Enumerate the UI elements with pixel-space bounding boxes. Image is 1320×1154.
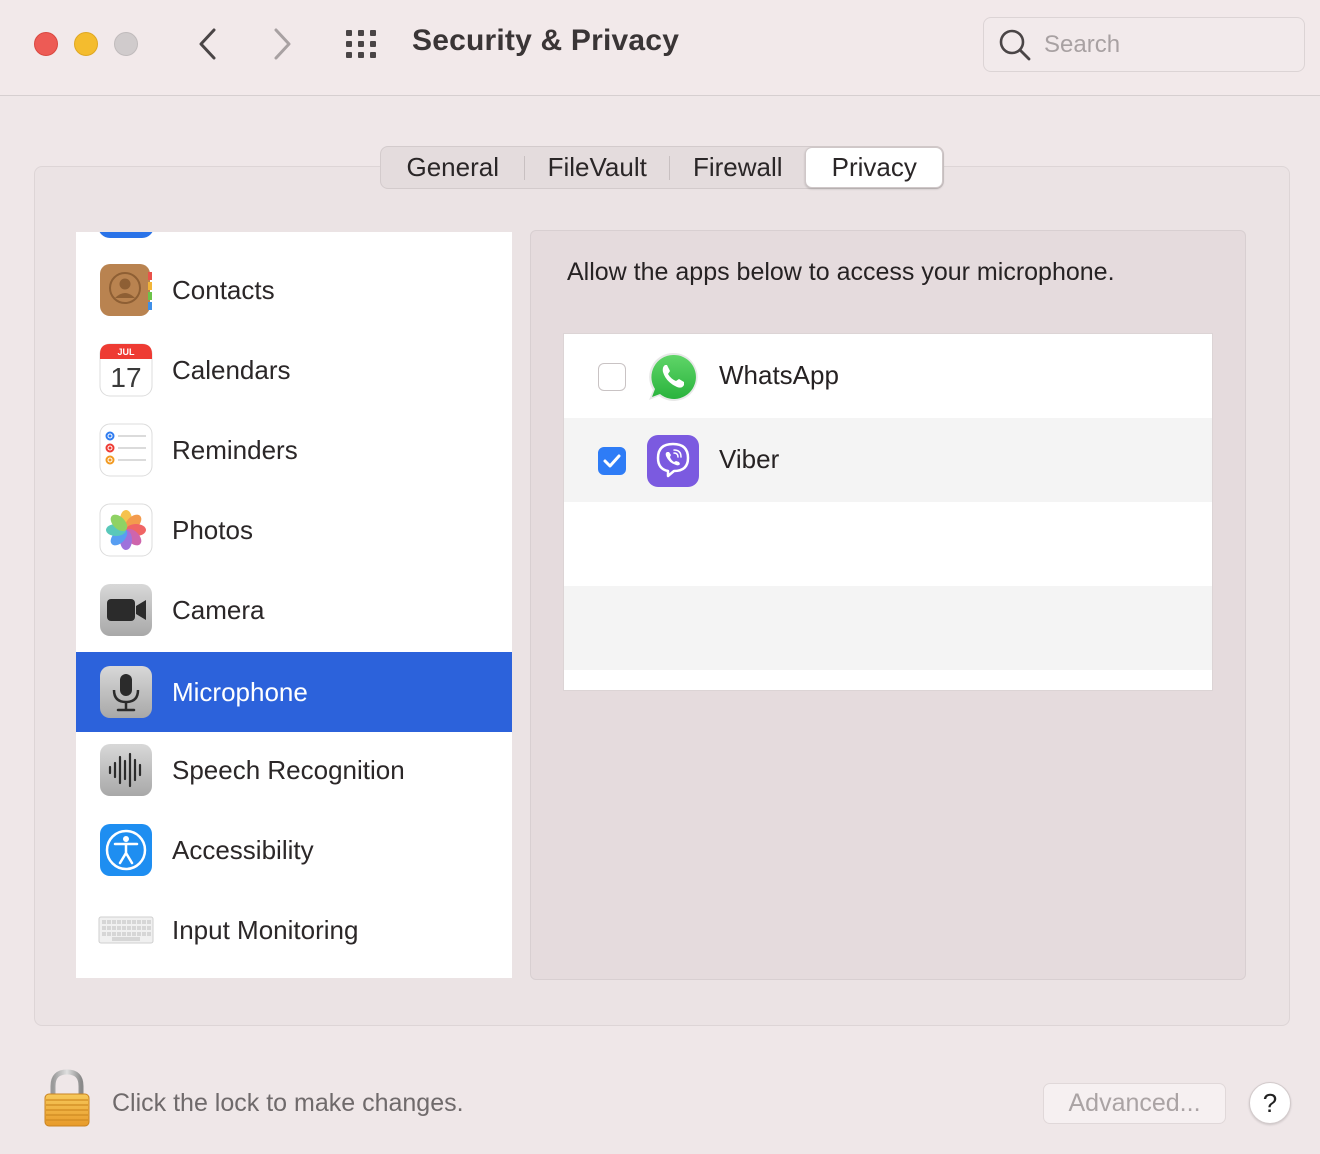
calendar-icon: JUL 17 bbox=[99, 343, 153, 397]
tab-bar: General FileVault Firewall Privacy bbox=[380, 146, 944, 189]
reminders-icon bbox=[99, 423, 153, 477]
sidebar-item-accessibility[interactable]: Accessibility bbox=[76, 810, 512, 890]
sidebar-item-label: Photos bbox=[172, 514, 253, 545]
advanced-button[interactable]: Advanced... bbox=[1043, 1083, 1226, 1124]
sidebar-item-label: Camera bbox=[172, 594, 265, 625]
title-bar: Security & Privacy bbox=[0, 0, 1320, 96]
privacy-category-list[interactable]: Contacts JUL 17 Calendars Reminders Phot… bbox=[76, 232, 512, 978]
previous-item-icon-peek bbox=[98, 232, 154, 238]
sidebar-item-contacts[interactable]: Contacts bbox=[76, 250, 512, 330]
back-button[interactable] bbox=[190, 24, 226, 64]
search-input[interactable] bbox=[1044, 18, 1294, 71]
lock-icon[interactable] bbox=[42, 1068, 92, 1128]
sidebar-item-label: Speech Recognition bbox=[172, 754, 405, 785]
app-permission-list[interactable]: WhatsApp Viber bbox=[563, 333, 1213, 691]
chevron-left-icon bbox=[199, 28, 216, 60]
sidebar-item-photos[interactable]: Photos bbox=[76, 490, 512, 570]
microphone-icon bbox=[100, 666, 152, 718]
sidebar-item-input-monitoring[interactable]: Input Monitoring bbox=[76, 890, 512, 970]
sidebar-item-speech-recognition[interactable]: Speech Recognition bbox=[76, 730, 512, 810]
lock-status-text: Click the lock to make changes. bbox=[112, 1089, 464, 1117]
calendar-month-text: JUL bbox=[117, 347, 135, 357]
list-item[interactable]: Viber bbox=[564, 418, 1212, 502]
app-name: WhatsApp bbox=[719, 360, 839, 390]
app-name: Viber bbox=[719, 444, 780, 474]
photos-icon bbox=[99, 503, 153, 557]
sidebar-item-label: Contacts bbox=[172, 274, 275, 305]
help-button[interactable]: ? bbox=[1249, 1082, 1291, 1124]
tab-filevault[interactable]: FileVault bbox=[525, 147, 668, 188]
sidebar-item-calendars[interactable]: JUL 17 Calendars bbox=[76, 330, 512, 410]
list-item[interactable]: WhatsApp bbox=[564, 334, 1212, 418]
search-icon bbox=[999, 29, 1031, 61]
sidebar-item-reminders[interactable]: Reminders bbox=[76, 410, 512, 490]
viber-checkbox[interactable] bbox=[598, 447, 626, 475]
checkmark-icon bbox=[603, 454, 621, 468]
sidebar-item-label: Reminders bbox=[172, 434, 298, 465]
keyboard-icon bbox=[98, 916, 154, 944]
accessibility-icon bbox=[100, 824, 152, 876]
window-title: Security & Privacy bbox=[412, 24, 680, 57]
sidebar-item-camera[interactable]: Camera bbox=[76, 570, 512, 650]
contacts-icon bbox=[100, 264, 152, 316]
speech-recognition-icon bbox=[100, 744, 152, 796]
camera-icon bbox=[100, 584, 152, 636]
close-window-button[interactable] bbox=[34, 32, 58, 56]
show-all-grid-button[interactable] bbox=[344, 26, 384, 62]
sidebar-item-microphone[interactable]: Microphone bbox=[76, 652, 512, 732]
sidebar-item-label: Accessibility bbox=[172, 834, 314, 865]
tab-firewall[interactable]: Firewall bbox=[670, 147, 806, 188]
sidebar-item-label: Input Monitoring bbox=[172, 914, 359, 945]
pane-description: Allow the apps below to access your micr… bbox=[567, 258, 1115, 286]
zoom-window-button[interactable] bbox=[114, 32, 138, 56]
forward-button[interactable] bbox=[264, 24, 300, 64]
sidebar-item-label: Microphone bbox=[172, 676, 308, 707]
empty-list-row bbox=[564, 502, 1212, 586]
search-field[interactable] bbox=[983, 17, 1305, 72]
viber-icon bbox=[647, 435, 699, 487]
chevron-right-icon bbox=[274, 28, 291, 60]
tab-general[interactable]: General bbox=[381, 147, 524, 188]
whatsapp-icon bbox=[649, 352, 698, 401]
calendar-day-text: 17 bbox=[110, 362, 141, 393]
empty-list-row bbox=[564, 586, 1212, 670]
whatsapp-checkbox[interactable] bbox=[598, 363, 626, 391]
sidebar-item-label: Calendars bbox=[172, 354, 291, 385]
tab-privacy[interactable]: Privacy bbox=[805, 147, 943, 188]
minimize-window-button[interactable] bbox=[74, 32, 98, 56]
